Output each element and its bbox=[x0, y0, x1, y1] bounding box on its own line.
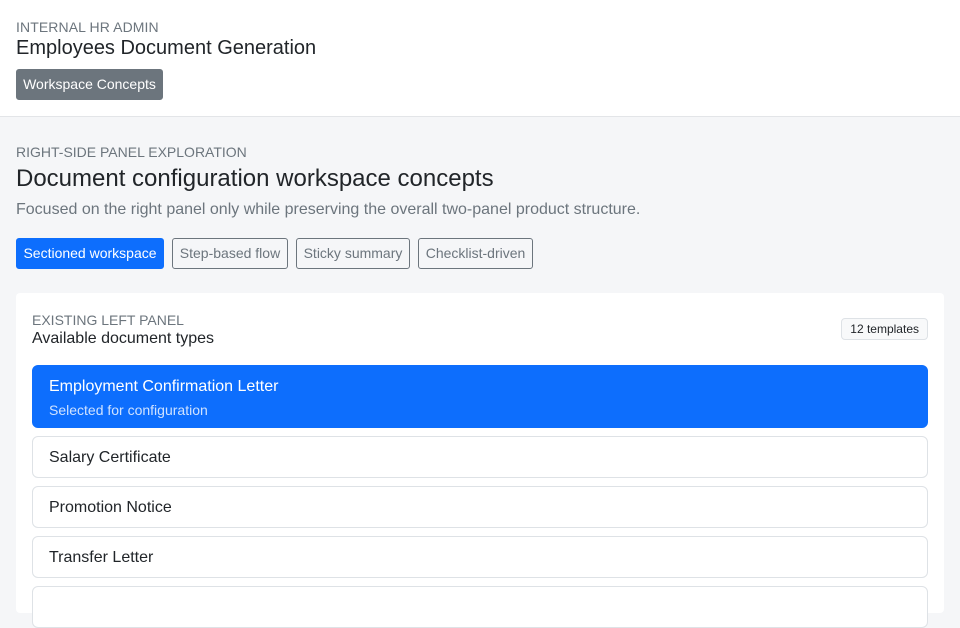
panel-title: Available document types bbox=[32, 330, 215, 347]
section-eyebrow: RIGHT-SIDE PANEL EXPLORATION bbox=[16, 144, 247, 160]
document-item-label: Transfer Letter bbox=[49, 549, 154, 566]
document-item-transfer-letter[interactable]: Transfer Letter bbox=[32, 536, 928, 578]
template-count-badge: 12 templates bbox=[841, 318, 928, 340]
tab-sectioned-workspace[interactable]: Sectioned workspace bbox=[16, 238, 164, 269]
tab-step-based-flow[interactable]: Step-based flow bbox=[172, 238, 288, 269]
tab-checklist-driven[interactable]: Checklist-driven bbox=[418, 238, 533, 269]
document-item-status: Selected for configuration bbox=[49, 402, 208, 418]
document-item-employment-confirmation[interactable]: Employment Confirmation Letter Selected … bbox=[32, 365, 928, 428]
left-panel-card: EXISTING LEFT PANEL Available document t… bbox=[16, 293, 944, 628]
document-item-label: Employment Confirmation Letter bbox=[49, 378, 279, 395]
document-item-partial[interactable] bbox=[32, 586, 928, 628]
app-title: Employees Document Generation bbox=[16, 37, 317, 59]
workspace-concepts-button[interactable]: Workspace Concepts bbox=[16, 69, 163, 100]
document-item-label: Promotion Notice bbox=[49, 499, 172, 516]
document-item-promotion-notice[interactable]: Promotion Notice bbox=[32, 486, 928, 528]
app-eyebrow: INTERNAL HR ADMIN bbox=[16, 19, 159, 35]
page-description: Focused on the right panel only while pr… bbox=[16, 201, 641, 218]
tab-sticky-summary[interactable]: Sticky summary bbox=[296, 238, 410, 269]
panel-eyebrow: EXISTING LEFT PANEL bbox=[32, 312, 184, 328]
page-title: Document configuration workspace concept… bbox=[16, 165, 494, 192]
document-item-label: Salary Certificate bbox=[49, 449, 171, 466]
document-item-salary-certificate[interactable]: Salary Certificate bbox=[32, 436, 928, 478]
app-header: INTERNAL HR ADMIN Employees Document Gen… bbox=[0, 0, 960, 117]
